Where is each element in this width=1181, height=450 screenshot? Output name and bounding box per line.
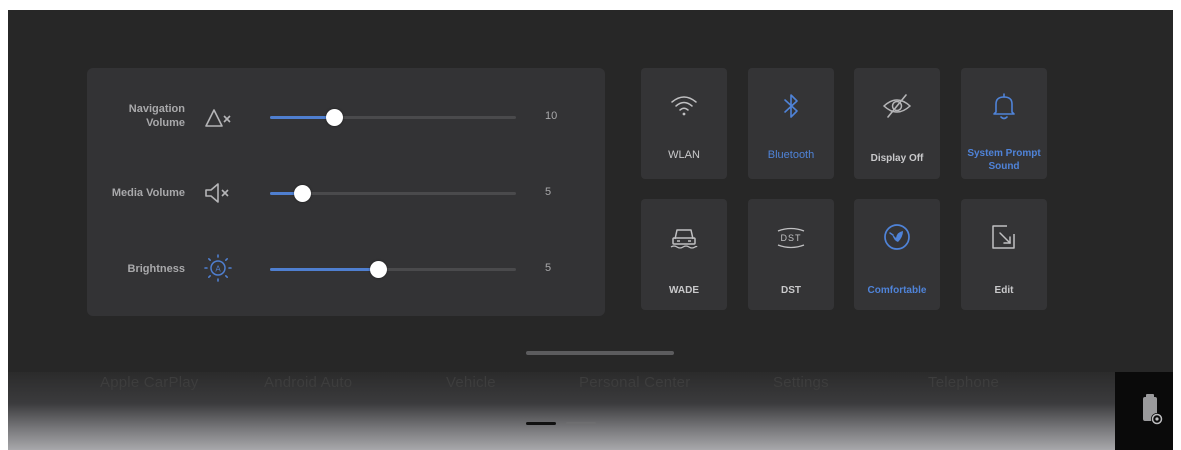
navigation-volume-row: Navigation Volume 10 — [87, 96, 605, 136]
bluetooth-label: Bluetooth — [767, 149, 815, 161]
brightness-slider[interactable] — [270, 261, 516, 278]
comfortable-label: Comfortable — [867, 285, 927, 296]
home-app-settings[interactable]: Settings — [773, 374, 829, 391]
display-off-tile[interactable]: Display Off — [854, 68, 940, 179]
display-off-label: Display Off — [870, 153, 924, 164]
home-app-labels: Apple CarPlay Android Auto Vehicle Perso… — [8, 374, 1113, 400]
home-app-vehicle[interactable]: Vehicle — [446, 374, 496, 391]
bell-icon — [993, 93, 1015, 120]
media-volume-slider[interactable] — [270, 185, 516, 202]
edit-label: Edit — [994, 285, 1014, 296]
brightness-auto-icon[interactable]: A — [203, 253, 233, 283]
page-dot-active — [526, 422, 556, 425]
media-volume-row: Media Volume 5 — [87, 172, 605, 212]
home-app-apple-carplay[interactable]: Apple CarPlay — [100, 374, 198, 391]
media-volume-value: 5 — [545, 186, 552, 198]
comfortable-tile[interactable]: Comfortable — [854, 199, 940, 310]
screen: Apple CarPlay Android Auto Vehicle Perso… — [8, 10, 1173, 450]
brightness-value: 5 — [545, 262, 552, 274]
phone-settings-icon[interactable] — [1141, 393, 1163, 427]
dst-label: DST — [781, 285, 801, 296]
edit-icon — [992, 225, 1015, 249]
navigation-volume-value: 10 — [545, 110, 558, 122]
wade-tile[interactable]: WADE — [641, 199, 727, 310]
page-indicator — [8, 422, 1173, 426]
brightness-fill — [270, 268, 378, 271]
edit-tile[interactable]: Edit — [961, 199, 1047, 310]
drive-mode-comfortable-icon — [884, 224, 910, 250]
system-prompt-sound-tile[interactable]: System Prompt Sound — [961, 68, 1047, 179]
bluetooth-icon — [784, 94, 798, 118]
display-off-icon — [882, 94, 912, 118]
brightness-knob[interactable] — [370, 261, 387, 278]
wlan-tile[interactable]: WLAN — [641, 68, 727, 179]
wade-car-icon — [670, 229, 698, 249]
navigation-volume-label: Navigation Volume — [128, 103, 185, 129]
control-center-panel: Navigation Volume 10 Media Volume 5 Brig… — [8, 10, 1173, 372]
home-app-telephone[interactable]: Telephone — [928, 374, 999, 391]
right-dock — [1115, 372, 1173, 450]
media-volume-knob[interactable] — [294, 185, 311, 202]
media-volume-label: Media Volume — [111, 187, 185, 199]
wlan-label: WLAN — [668, 149, 700, 161]
dst-icon: DST — [777, 227, 805, 249]
page-dot[interactable] — [566, 422, 596, 425]
navigation-volume-fill — [270, 116, 334, 119]
speaker-mute-icon[interactable] — [203, 178, 233, 208]
navigation-volume-knob[interactable] — [326, 109, 343, 126]
svg-text:DST: DST — [781, 233, 802, 243]
dst-tile[interactable]: DST DST — [748, 199, 834, 310]
wifi-icon — [671, 96, 697, 116]
navigation-volume-slider[interactable] — [270, 109, 516, 126]
home-app-personal-center[interactable]: Personal Center — [579, 374, 690, 391]
brightness-label: Brightness — [127, 263, 185, 275]
system-prompt-sound-label: System Prompt Sound — [967, 148, 1041, 172]
slider-card: Navigation Volume 10 Media Volume 5 Brig… — [87, 68, 605, 316]
bluetooth-tile[interactable]: Bluetooth — [748, 68, 834, 179]
home-app-android-auto[interactable]: Android Auto — [264, 374, 352, 391]
svg-text:A: A — [215, 265, 221, 274]
wade-label: WADE — [669, 285, 699, 296]
navigation-mute-icon[interactable] — [203, 102, 233, 132]
panel-drag-handle[interactable] — [526, 351, 674, 355]
brightness-row: Brightness A 5 — [87, 248, 605, 288]
